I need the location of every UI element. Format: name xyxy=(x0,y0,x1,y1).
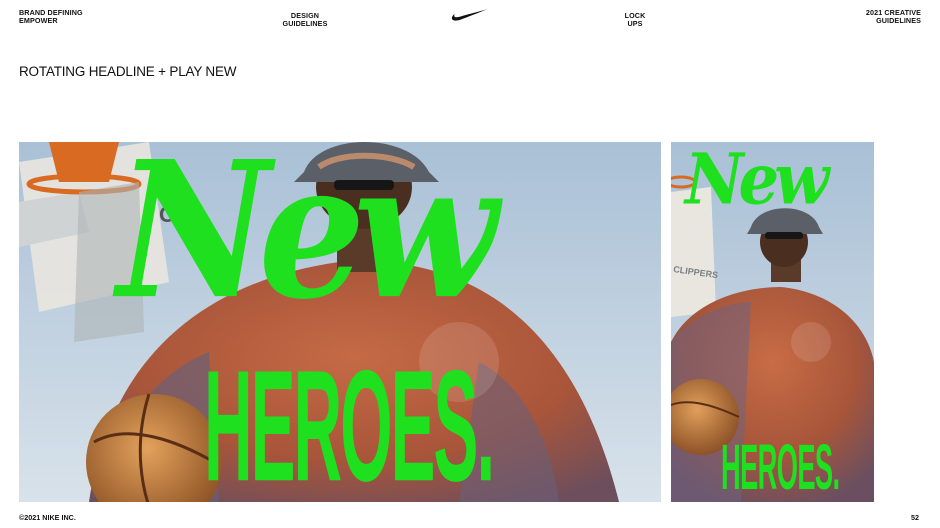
header-lock-ups[interactable]: LOCK UPS xyxy=(610,12,660,28)
headline-new-wide: New xyxy=(117,142,498,341)
hero-image-tall: CLIPPERS New HEROES. xyxy=(671,142,874,502)
header-creative-guidelines: 2021 CREATIVE GUIDELINES xyxy=(866,9,921,25)
nike-swoosh-icon xyxy=(451,9,488,21)
slide-title: ROTATING HEADLINE + PLAY NEW xyxy=(19,64,237,79)
footer-copyright: ©2021 NIKE INC. xyxy=(19,513,76,522)
page-number: 52 xyxy=(911,513,919,522)
hero-image-wide: C New HEROES. xyxy=(19,142,661,502)
header-right-line2: GUIDELINES xyxy=(876,16,921,25)
header-design-guidelines[interactable]: DESIGN GUIDELINES xyxy=(262,12,348,28)
header-design-line2: GUIDELINES xyxy=(282,19,328,28)
headline-new-tall: New xyxy=(685,142,829,221)
headline-heroes-tall: HEROES. xyxy=(721,432,840,502)
header-lock-line2: UPS xyxy=(627,19,643,28)
header-left-line2: EMPOWER xyxy=(19,16,58,25)
header-brand-defining: BRAND DEFINING EMPOWER xyxy=(19,9,83,25)
headline-heroes-wide: HEROES. xyxy=(204,337,495,502)
